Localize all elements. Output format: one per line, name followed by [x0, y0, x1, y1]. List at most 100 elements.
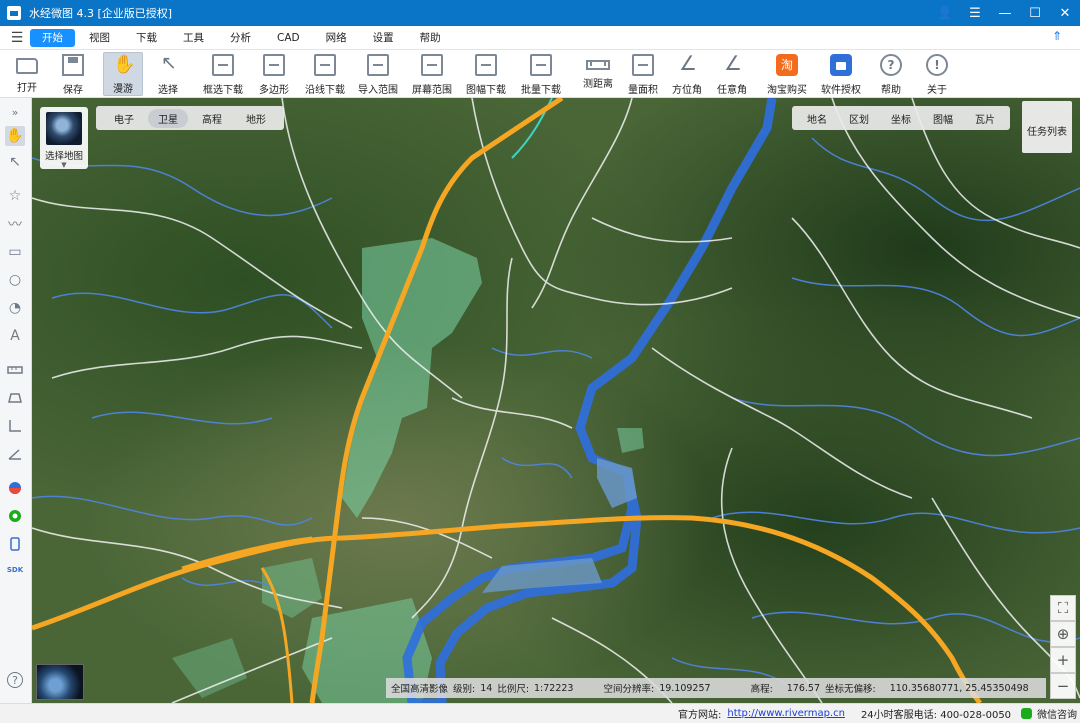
screen-range-button[interactable]: 屏幕范围	[409, 52, 455, 96]
menu-view[interactable]: 视图	[77, 29, 122, 47]
measure-area-button[interactable]: 量面积	[623, 52, 663, 96]
import-range-icon	[367, 54, 389, 76]
satellite-map[interactable]	[32, 98, 1080, 703]
line-download-label: 沿线下载	[305, 85, 345, 96]
measure-area-label: 量面积	[628, 85, 658, 96]
phone-icon[interactable]	[5, 534, 25, 554]
rectangle-draw-icon[interactable]: ▭	[5, 242, 25, 262]
zoom-out-button[interactable]: −	[1050, 673, 1076, 699]
sdk-icon[interactable]: SDK	[5, 560, 25, 580]
menu-help[interactable]: 帮助	[408, 29, 453, 47]
license-button[interactable]: 软件授权	[818, 52, 864, 96]
baidu-icon[interactable]	[5, 478, 25, 498]
overlay-districts[interactable]: 区划	[838, 111, 880, 126]
menu-download[interactable]: 下载	[124, 29, 169, 47]
overlay-tiles[interactable]: 瓦片	[964, 111, 1006, 126]
overlay-sheets[interactable]: 图幅	[922, 111, 964, 126]
window-title: 水经微图 4.3 [企业版已授权]	[29, 7, 173, 20]
azimuth-side-icon[interactable]	[5, 416, 25, 436]
layer-selector[interactable]: 选择地图 ▼	[40, 107, 88, 169]
expand-icon[interactable]: »	[5, 102, 25, 122]
coord-value: 110.35680771, 25.45350498	[889, 682, 1029, 694]
zoom-in-button[interactable]: +	[1050, 647, 1076, 673]
taobao-buy-button[interactable]: 淘 淘宝购买	[764, 52, 810, 96]
angle-side-icon[interactable]	[5, 444, 25, 464]
title-bar: 水经微图 4.3 [企业版已授权] 👤 ☰ — ☐ ✕	[0, 0, 1080, 26]
globe-overview[interactable]	[36, 664, 84, 700]
site-link[interactable]: http://www.rivermap.cn	[727, 708, 845, 719]
menu-cad[interactable]: CAD	[265, 29, 312, 47]
locate-icon[interactable]: ⊕	[1050, 621, 1076, 647]
hand-icon[interactable]: ✋	[5, 126, 25, 146]
overlay-placenames[interactable]: 地名	[796, 111, 838, 126]
hamburger-icon[interactable]: ☰	[4, 30, 30, 46]
map-view[interactable]: 选择地图 ▼ 电子 卫星 高程 地形 地名 区划 坐标 图幅 瓦片 任务列表 ⛶…	[32, 98, 1080, 703]
menu-tools[interactable]: 工具	[171, 29, 216, 47]
license-icon	[830, 54, 852, 76]
box-download-button[interactable]: 框选下载	[200, 52, 246, 96]
measure-distance-icon	[586, 60, 610, 70]
menu-icon[interactable]: ☰	[960, 0, 990, 26]
menu-network[interactable]: 网络	[314, 29, 359, 47]
overlay-coordinates[interactable]: 坐标	[880, 111, 922, 126]
green-app-icon[interactable]	[5, 506, 25, 526]
line-download-button[interactable]: 沿线下载	[302, 52, 348, 96]
select-icon[interactable]: ↖	[5, 152, 25, 172]
box-download-label: 框选下载	[203, 85, 243, 96]
screen-range-icon	[421, 54, 443, 76]
text-label-icon[interactable]: A	[5, 326, 25, 346]
task-list-button[interactable]: 任务列表	[1022, 101, 1072, 153]
menu-analysis[interactable]: 分析	[218, 29, 263, 47]
maximize-button[interactable]: ☐	[1020, 0, 1050, 26]
batch-download-icon	[530, 54, 552, 76]
circle-draw-icon[interactable]: ○	[5, 270, 25, 290]
ribbon-toolbar: 打开 保存 漫游 选择 框选下载 多边形 沿线下载 导入范围 屏幕范围 图幅下载…	[0, 50, 1080, 98]
azimuth-icon	[676, 51, 698, 76]
elevation-label: 高程:	[750, 684, 773, 695]
save-icon	[62, 54, 84, 76]
open-button[interactable]: 打开	[10, 52, 44, 96]
map-type-satellite[interactable]: 卫星	[148, 108, 188, 128]
polyline-draw-icon[interactable]: 〰	[5, 214, 25, 234]
about-icon: !	[926, 54, 948, 76]
arbitrary-angle-button[interactable]: 任意角	[713, 51, 751, 96]
taobao-buy-label: 淘宝购买	[767, 85, 807, 96]
batch-download-button[interactable]: 批量下载	[518, 52, 564, 96]
menu-settings[interactable]: 设置	[361, 29, 406, 47]
scale-value: 1:72223	[534, 682, 574, 694]
user-icon[interactable]: 👤	[930, 0, 960, 26]
wechat-consult[interactable]: 微信咨询	[1021, 706, 1077, 721]
coord-label: 坐标无偏移:	[825, 684, 876, 695]
import-range-button[interactable]: 导入范围	[355, 52, 401, 96]
polygon-button[interactable]: 多边形	[256, 52, 292, 96]
pan-hand-icon	[112, 54, 135, 75]
measure-distance-side-icon[interactable]	[5, 360, 25, 380]
help-button[interactable]: ? 帮助	[874, 52, 908, 96]
measure-distance-button[interactable]: 测距离	[578, 52, 618, 96]
help-icon: ?	[880, 54, 902, 76]
about-label: 关于	[927, 85, 947, 96]
menu-start[interactable]: 开始	[30, 28, 75, 47]
polygon-draw-icon[interactable]: ☆	[5, 186, 25, 206]
fullscreen-icon[interactable]: ⛶	[1050, 595, 1076, 621]
map-type-electronic[interactable]: 电子	[104, 109, 144, 128]
minimize-button[interactable]: —	[990, 0, 1020, 26]
about-button[interactable]: ! 关于	[920, 52, 954, 96]
azimuth-button[interactable]: 方位角	[668, 51, 706, 96]
select-button[interactable]: 选择	[150, 52, 186, 96]
polygon-icon	[263, 54, 285, 76]
map-type-terrain[interactable]: 地形	[236, 109, 276, 128]
resolution-label: 空间分辨率:	[603, 684, 655, 695]
map-type-elevation[interactable]: 高程	[192, 109, 232, 128]
close-button[interactable]: ✕	[1050, 0, 1080, 26]
help-side-icon[interactable]: ?	[7, 672, 23, 688]
arbitrary-angle-icon	[721, 51, 743, 76]
sector-draw-icon[interactable]: ◔	[5, 298, 25, 318]
measure-area-side-icon[interactable]	[5, 388, 25, 408]
save-button[interactable]: 保存	[56, 52, 90, 96]
batch-download-label: 批量下载	[521, 85, 561, 96]
license-label: 软件授权	[821, 85, 861, 96]
pan-button[interactable]: 漫游	[103, 52, 143, 96]
sheet-download-button[interactable]: 图幅下载	[463, 52, 509, 96]
collapse-ribbon-icon[interactable]: ⇑	[1052, 29, 1062, 43]
